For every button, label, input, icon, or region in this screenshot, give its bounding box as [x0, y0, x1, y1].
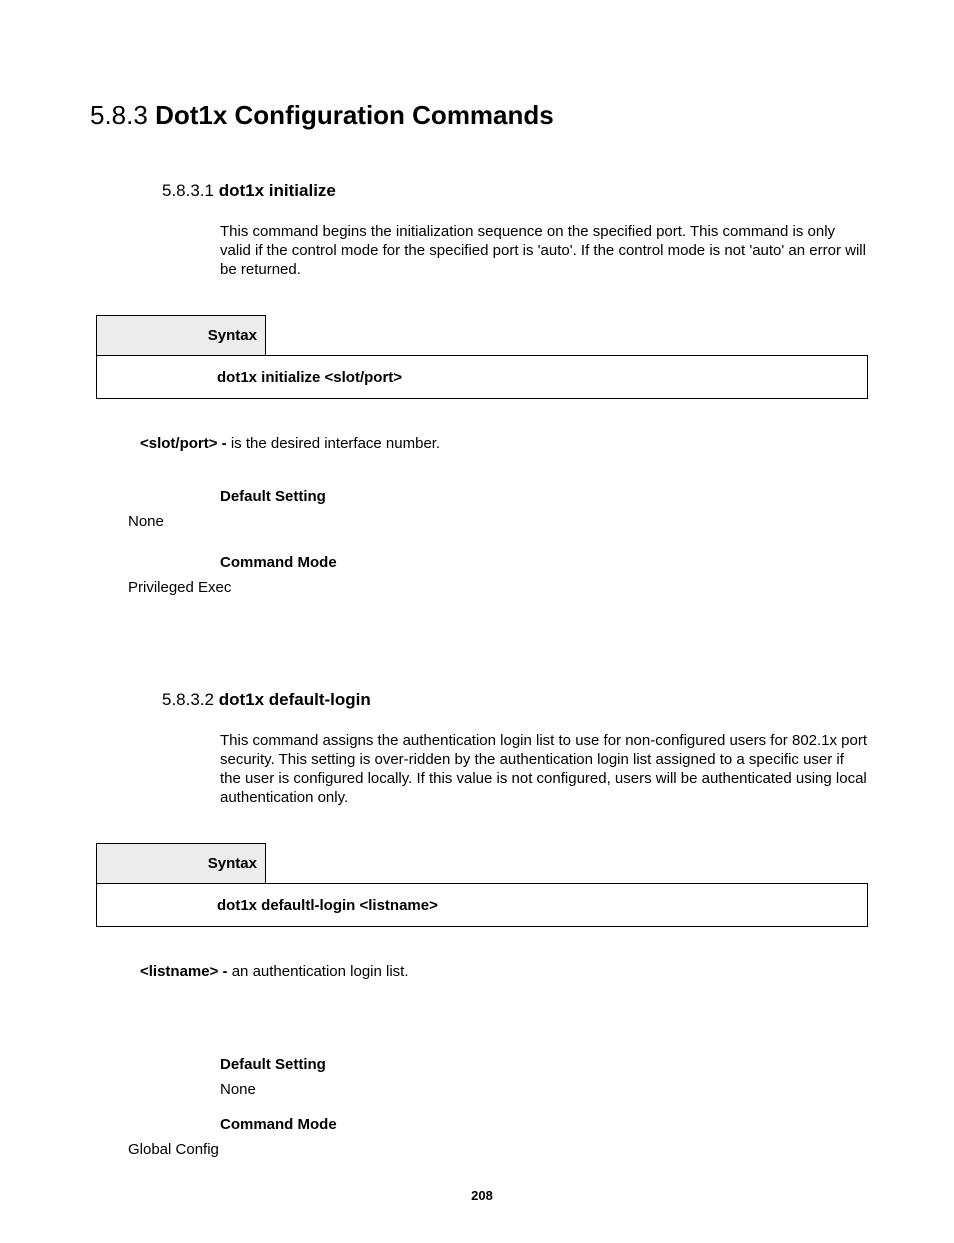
page-content: 5.8.3 Dot1x Configuration Commands 5.8.3… — [0, 0, 954, 1243]
syntax-label: Syntax — [96, 843, 266, 883]
parameter-desc: an authentication login list. — [232, 963, 409, 980]
section-number: 5.8.3 — [90, 100, 148, 130]
command-heading: 5.8.3.1 dot1x initialize — [162, 181, 874, 201]
page-number: 208 — [90, 1188, 874, 1203]
default-setting-value: None — [220, 1081, 874, 1098]
command-mode-label: Command Mode — [220, 554, 874, 571]
syntax-text: dot1x initialize <slot/port> — [96, 355, 868, 399]
parameter-name: <slot/port> - — [140, 435, 231, 452]
parameter-desc: is the desired interface number. — [231, 435, 440, 452]
syntax-block: Syntax dot1x initialize <slot/port> — [96, 315, 868, 399]
parameter-line: <listname> - an authentication login lis… — [140, 963, 874, 980]
section-heading: 5.8.3 Dot1x Configuration Commands — [90, 100, 874, 131]
default-setting-value: None — [128, 513, 874, 530]
command-description: This command assigns the authentication … — [220, 732, 868, 807]
default-setting-label: Default Setting — [220, 488, 874, 505]
command-title: dot1x default-login — [219, 690, 371, 709]
section-title: Dot1x Configuration Commands — [155, 100, 554, 130]
command-description: This command begins the initialization s… — [220, 223, 868, 279]
command-title: dot1x initialize — [219, 181, 336, 200]
parameter-line: <slot/port> - is the desired interface n… — [140, 435, 874, 452]
command-mode-value: Global Config — [128, 1141, 874, 1158]
command-number: 5.8.3.2 — [162, 690, 214, 709]
default-setting-label: Default Setting — [220, 1056, 874, 1073]
syntax-label: Syntax — [96, 315, 266, 355]
syntax-block: Syntax dot1x defaultl-login <listname> — [96, 843, 868, 927]
command-mode-label: Command Mode — [220, 1116, 874, 1133]
parameter-name: <listname> - — [140, 963, 232, 980]
command-number: 5.8.3.1 — [162, 181, 214, 200]
command-mode-value: Privileged Exec — [128, 579, 874, 596]
syntax-text: dot1x defaultl-login <listname> — [96, 883, 868, 927]
command-heading: 5.8.3.2 dot1x default-login — [162, 690, 874, 710]
